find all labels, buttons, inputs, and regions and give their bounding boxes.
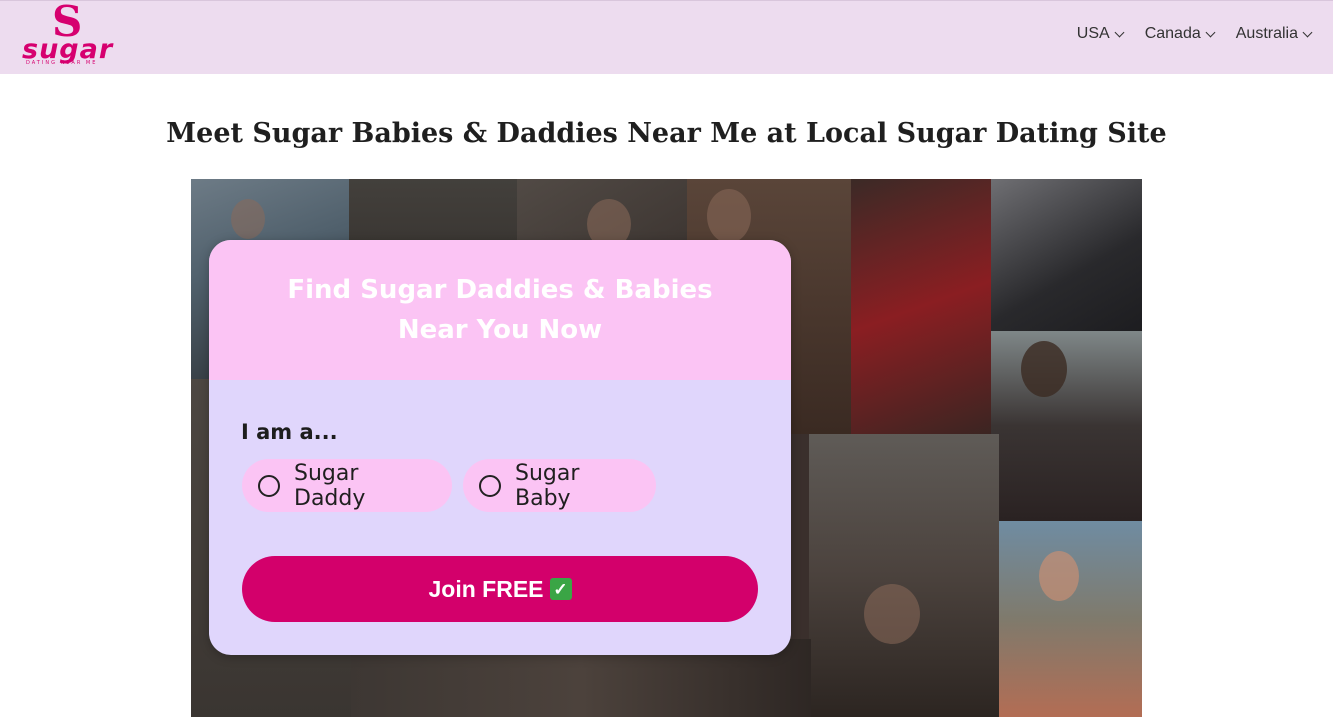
radio-button-icon[interactable] [479,474,501,497]
signup-card-heading: Find Sugar Daddies & Babies Near You Now [287,275,713,345]
chevron-down-icon [1205,27,1216,37]
nav-item-label: Canada [1144,25,1201,42]
role-option-label: Sugar Daddy [294,460,366,511]
join-button-label: Join FREE [428,575,544,602]
nav-item-usa[interactable]: USA [1076,25,1125,43]
role-option-label: Sugar Baby [515,460,580,511]
logo-tagline: DATING NEAR ME [26,60,98,66]
site-header: S sugar DATING NEAR ME USA Canada Austra… [0,0,1333,74]
chevron-down-icon [1114,27,1125,37]
chevron-down-icon [1302,27,1313,37]
nav-item-label: USA [1076,25,1110,42]
role-question-label: I am a... [241,420,338,444]
signup-card: Find Sugar Daddies & Babies Near You Now… [209,240,791,655]
nav-item-label: Australia [1235,25,1298,42]
join-free-button[interactable]: Join FREE ✓ [242,556,758,622]
radio-button-icon[interactable] [258,474,280,497]
signup-card-header: Find Sugar Daddies & Babies Near You Now [209,240,791,380]
role-option-sugar-baby[interactable]: Sugar Baby [463,459,656,512]
check-mark-icon: ✓ [549,578,572,600]
collage-photo [991,331,1142,521]
collage-photo [851,179,991,434]
country-nav: USA Canada Australia [1076,25,1313,43]
page-title: Meet Sugar Babies & Daddies Near Me at L… [166,118,1167,149]
collage-photo [999,521,1142,717]
logo-wordmark: sugar [22,34,114,65]
collage-photo [991,179,1142,331]
site-logo[interactable]: S sugar DATING NEAR ME [22,1,132,67]
role-option-sugar-daddy[interactable]: Sugar Daddy [242,459,452,512]
nav-item-australia[interactable]: Australia [1235,25,1313,43]
collage-photo [809,434,999,717]
nav-item-canada[interactable]: Canada [1144,25,1216,43]
